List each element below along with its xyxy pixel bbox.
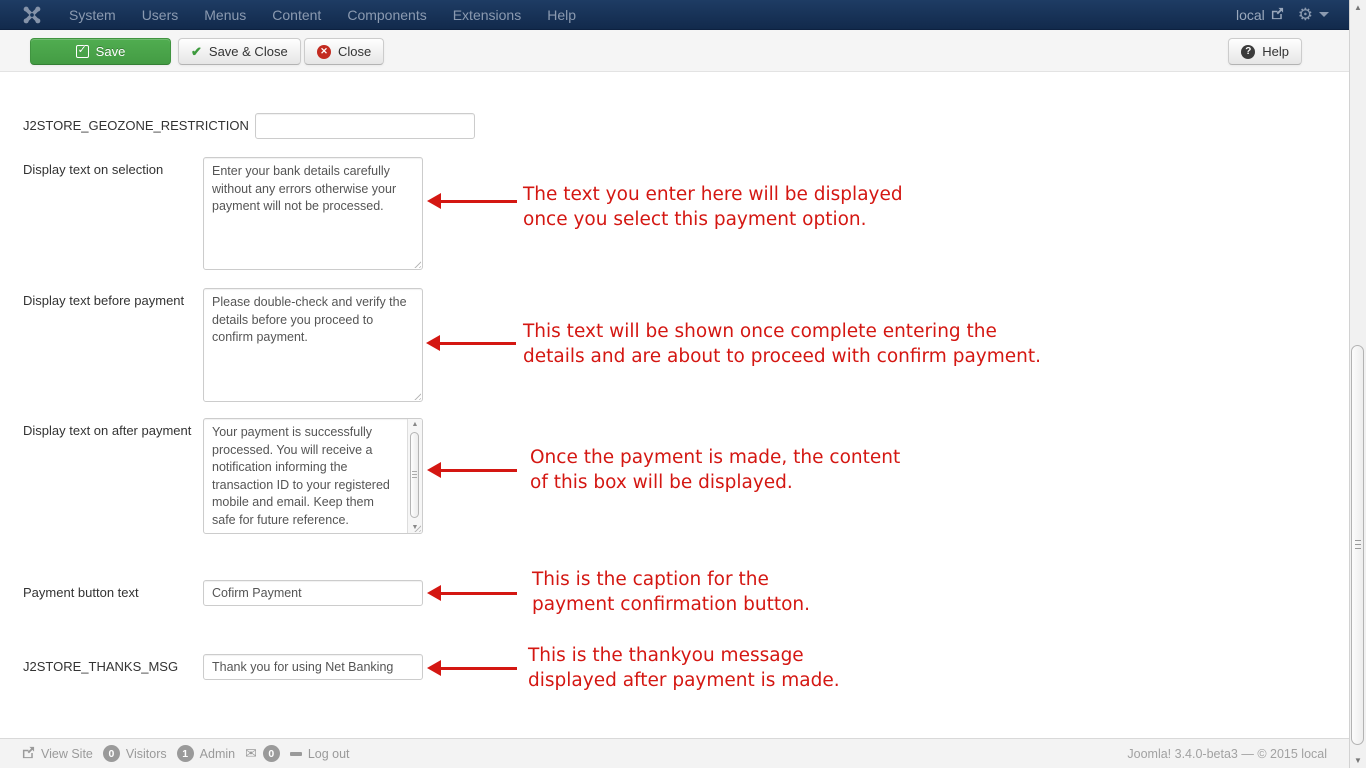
field-label-payment-button-text: Payment button text <box>23 585 139 600</box>
annotation-text-button-caption: This is the caption for the payment conf… <box>532 567 810 617</box>
form-row-display-before-payment: Display text before payment Please doubl… <box>23 288 423 402</box>
form-row-payment-button-text: Payment button text <box>23 580 423 606</box>
annotation-line: Once the payment is made, the content <box>530 447 901 468</box>
textarea-scrollbar[interactable]: ▲ ▼ <box>407 419 422 533</box>
window-scrollbar-thumb[interactable] <box>1351 345 1364 745</box>
annotation-line: of this box will be displayed. <box>530 472 793 493</box>
admin-label: Admin <box>199 746 236 761</box>
form-row-thanks-msg: J2STORE_THANKS_MSG <box>23 654 423 680</box>
help-icon: ? <box>1241 44 1256 59</box>
menu-item-extensions[interactable]: Extensions <box>440 0 534 30</box>
scroll-up-icon[interactable]: ▲ <box>1350 3 1366 12</box>
annotation-text-after-payment: Once the payment is made, the content of… <box>530 445 900 495</box>
thanks-msg-input[interactable] <box>203 654 423 680</box>
annotation-text-selection: The text you enter here will be displaye… <box>523 182 903 232</box>
chevron-down-icon <box>1319 12 1329 17</box>
display-text-before-payment-textarea[interactable]: Please double-check and verify the detai… <box>203 288 423 402</box>
annotation-line: This text will be shown once complete en… <box>523 321 997 342</box>
navbar-menus: System Users Menus Content Components Ex… <box>56 0 589 30</box>
payment-button-text-input[interactable] <box>203 580 423 606</box>
annotation-line: This is the thankyou message <box>528 645 804 666</box>
close-button[interactable]: ✕ Close <box>304 38 385 65</box>
form-row-display-after-payment: Display text on after payment Your payme… <box>23 418 423 534</box>
field-label-thanks-msg: J2STORE_THANKS_MSG <box>23 659 179 674</box>
menu-item-users[interactable]: Users <box>129 0 192 30</box>
admin-navbar: System Users Menus Content Components Ex… <box>0 0 1349 30</box>
form-row-display-on-selection: Display text on selection Enter your ban… <box>23 157 423 270</box>
annotation-arrow-icon <box>427 462 517 478</box>
annotation-arrow-icon <box>427 585 517 601</box>
site-name-label: local <box>1235 6 1265 23</box>
admin-page: System Users Menus Content Components Ex… <box>0 0 1349 768</box>
geozone-restriction-input[interactable] <box>254 113 475 139</box>
view-site-icon <box>22 746 35 762</box>
window-scrollbar[interactable]: ▲ ▼ <box>1349 0 1366 768</box>
close-button-label: Close <box>338 44 372 59</box>
display-text-after-payment-textarea[interactable]: Your payment is successfully processed. … <box>203 418 423 534</box>
annotation-line: displayed after payment is made. <box>528 670 840 691</box>
save-button[interactable]: Save <box>30 38 171 65</box>
save-and-close-button[interactable]: ✔ Save & Close <box>178 38 301 65</box>
external-link-icon <box>1271 7 1284 23</box>
scrollbar-grip-icon <box>1355 540 1361 551</box>
help-button[interactable]: ? Help <box>1228 38 1302 65</box>
field-label-geozone: J2STORE_GEOZONE_RESTRICTION <box>23 118 249 133</box>
toolbar: Save ✔ Save & Close ✕ Close ? Help <box>0 30 1349 72</box>
save-icon <box>75 43 89 58</box>
field-label-display-on-selection: Display text on selection <box>23 162 164 177</box>
annotation-text-thankyou: This is the thankyou message displayed a… <box>528 643 840 693</box>
form-row-geozone: J2STORE_GEOZONE_RESTRICTION <box>23 113 475 139</box>
annotation-line: This is the caption for the <box>532 569 769 590</box>
display-text-on-selection-textarea[interactable]: Enter your bank details carefully withou… <box>203 157 423 270</box>
check-icon: ✔ <box>191 43 202 59</box>
settings-menu-toggle[interactable]: ⚙ <box>1298 6 1329 23</box>
preview-site-link[interactable]: local <box>1236 7 1284 23</box>
view-site-link[interactable]: View Site <box>41 747 93 761</box>
logout-icon <box>289 751 302 756</box>
logout-link[interactable]: Log out <box>308 747 350 761</box>
save-button-label: Save <box>95 44 126 59</box>
admin-count-badge: 1 <box>176 745 194 762</box>
scrollbar-grip-icon <box>412 471 417 479</box>
visitors-count-badge: 0 <box>102 745 120 762</box>
menu-item-menus[interactable]: Menus <box>191 0 259 30</box>
annotation-text-before-payment: This text will be shown once complete en… <box>523 319 1041 369</box>
gear-icon: ⚙ <box>1297 5 1313 24</box>
admin-footer: View Site 0 Visitors 1 Admin ✉ 0 Log out… <box>0 738 1349 768</box>
menu-item-components[interactable]: Components <box>334 0 439 30</box>
messages-count-badge: 0 <box>262 745 280 762</box>
annotation-arrow-icon <box>426 335 516 351</box>
annotation-line: once you select this payment option. <box>523 209 867 230</box>
scrollbar-thumb[interactable] <box>410 432 419 518</box>
menu-item-content[interactable]: Content <box>259 0 334 30</box>
menu-item-system[interactable]: System <box>56 0 129 30</box>
help-button-label: Help <box>1262 44 1289 59</box>
scroll-down-icon[interactable]: ▼ <box>1350 756 1366 765</box>
joomla-logo-icon <box>22 5 42 25</box>
annotation-line: The text you enter here will be displaye… <box>523 184 903 205</box>
messages-icon: ✉ <box>245 745 257 761</box>
annotation-arrow-icon <box>427 193 517 209</box>
scroll-up-icon[interactable]: ▲ <box>408 421 422 428</box>
menu-item-help[interactable]: Help <box>534 0 589 30</box>
save-and-close-label: Save & Close <box>208 44 288 59</box>
close-icon: ✕ <box>317 44 331 59</box>
annotation-line: details and are about to proceed with co… <box>523 346 1041 367</box>
annotation-line: payment confirmation button. <box>532 594 811 615</box>
field-label-display-before-payment: Display text before payment <box>23 293 185 308</box>
field-label-display-after-payment: Display text on after payment <box>23 423 192 438</box>
joomla-version-text: Joomla! 3.4.0-beta3 — © 2015 local <box>1127 746 1327 761</box>
annotation-arrow-icon <box>427 660 517 676</box>
visitors-label: Visitors <box>125 746 167 761</box>
